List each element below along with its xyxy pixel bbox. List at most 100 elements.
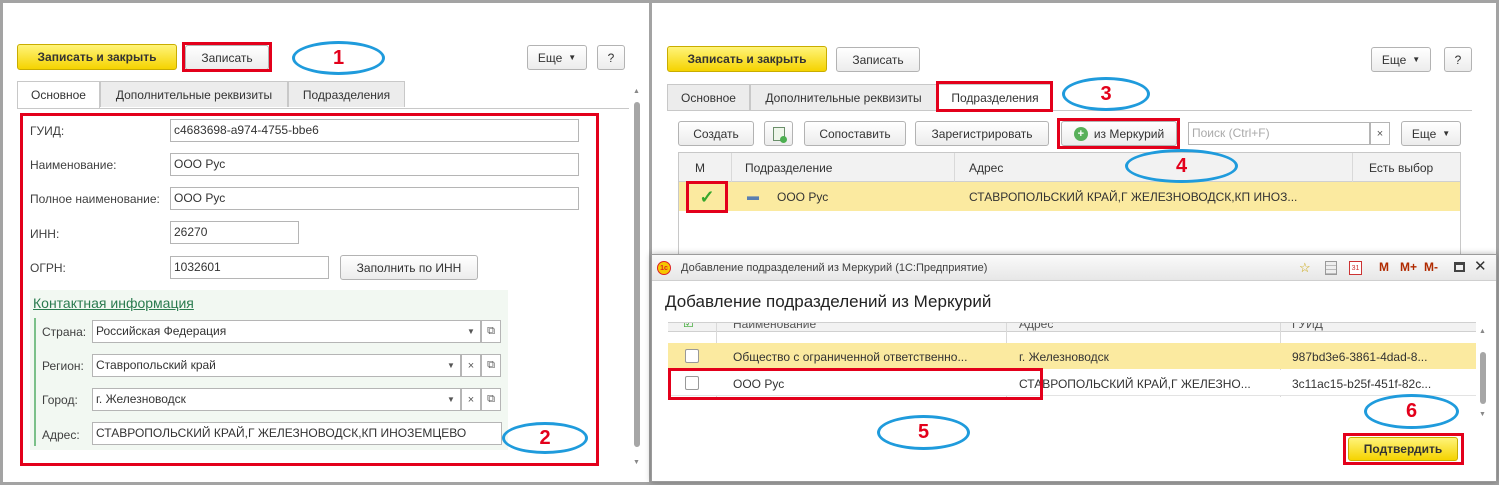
tab-additional-right[interactable]: Дополнительные реквизиты [750, 84, 937, 110]
highlight-checkmark [686, 181, 728, 213]
contact-info-title[interactable]: Контактная информация [33, 295, 194, 311]
calendar-icon[interactable]: 31 [1349, 261, 1362, 275]
search-input[interactable]: Поиск (Ctrl+F) [1188, 122, 1370, 145]
dialog-row-guid: 987bd3e6-3861-4dad-8... [1292, 350, 1428, 364]
row-address: СТАВРОПОЛЬСКИЙ КРАЙ,Г ЖЕЛЕЗНОВОДСК,КП ИН… [969, 190, 1298, 204]
copy-document-icon [772, 126, 787, 143]
dialog-header-address[interactable]: Адрес [1019, 323, 1053, 331]
match-button[interactable]: Сопоставить [804, 121, 906, 146]
dialog-row-guid: 3c11ac15-b25f-451f-82c... [1292, 377, 1432, 391]
country-label: Страна: [42, 325, 87, 339]
search-clear-button[interactable]: × [1370, 122, 1390, 145]
dialog-header-name[interactable]: Наименование [733, 323, 816, 331]
region-dropdown-icon[interactable]: ▼ [442, 355, 460, 376]
memory-m-button[interactable]: M [1379, 260, 1389, 274]
maximize-icon[interactable] [1454, 262, 1465, 272]
scroll-up-icon[interactable]: ▲ [1479, 328, 1486, 335]
dialog-scrollbar[interactable]: ▲ ▼ [1479, 328, 1487, 418]
right-tab-baseline [667, 110, 1472, 111]
more-label: Еще [537, 50, 563, 65]
header-address[interactable]: Адрес [969, 161, 1003, 175]
header-has-choice[interactable]: Есть выбор [1369, 161, 1433, 175]
city-label: Город: [42, 393, 78, 407]
left-tab-baseline [17, 108, 629, 109]
scroll-up-icon[interactable]: ▲ [633, 88, 640, 95]
scroll-down-icon[interactable]: ▼ [633, 459, 640, 466]
tab-main-left[interactable]: Основное [17, 81, 100, 108]
copy-button[interactable] [764, 121, 793, 146]
row-checkbox[interactable] [685, 349, 699, 363]
help-button[interactable]: ? [597, 45, 625, 70]
more-table-label: Еще [1411, 126, 1437, 141]
fill-by-inn-button[interactable]: Заполнить по ИНН [340, 255, 478, 280]
dialog-header-checkbox[interactable]: ☑ [683, 323, 694, 330]
marker-6: 6 [1364, 394, 1459, 429]
city-field[interactable]: г. Железноводск [92, 388, 461, 411]
save-button-right[interactable]: Записать [836, 47, 920, 72]
country-open-icon[interactable]: ⧉ [481, 320, 501, 343]
fullname-field[interactable]: ООО Рус [170, 187, 579, 210]
country-field[interactable]: Российская Федерация [92, 320, 481, 343]
help-button-right[interactable]: ? [1444, 47, 1472, 72]
name-field[interactable]: ООО Рус [170, 153, 579, 176]
marker-2: 2 [502, 422, 588, 454]
dialog-row-address: г. Железноводск [1019, 350, 1109, 364]
dialog-heading: Добавление подразделений из Меркурий [665, 292, 992, 311]
dialog-window-title: Добавление подразделений из Меркурий (1С… [681, 262, 988, 274]
guid-field[interactable]: c4683698-a974-4755-bbe6 [170, 119, 579, 142]
guid-label: ГУИД: [30, 124, 65, 138]
name-label: Наименование: [30, 158, 117, 172]
inn-label: ИНН: [30, 227, 60, 241]
more-menu-button[interactable]: Еще ▼ [527, 45, 587, 70]
create-button[interactable]: Создать [678, 121, 754, 146]
highlight-from-mercury [1057, 118, 1180, 149]
marker-1: 1 [292, 41, 385, 75]
header-m[interactable]: М [695, 161, 705, 175]
close-icon[interactable]: ✕ [1474, 257, 1487, 275]
left-scrollbar[interactable]: ▲ ▼ [633, 88, 641, 466]
address-field[interactable]: СТАВРОПОЛЬСКИЙ КРАЙ,Г ЖЕЛЕЗНОВОДСК,КП ИН… [92, 422, 502, 445]
more-menu-button-right[interactable]: Еще ▼ [1371, 47, 1431, 72]
save-and-close-button-right[interactable]: Записать и закрыть [667, 46, 827, 72]
region-open-icon[interactable]: ⧉ [481, 354, 501, 377]
marker-3: 3 [1062, 77, 1150, 111]
marker-5: 5 [877, 415, 970, 450]
save-and-close-button[interactable]: Записать и закрыть [17, 44, 177, 70]
tab-subdivisions-left[interactable]: Подразделения [288, 81, 405, 107]
favorite-icon[interactable]: ☆ [1299, 260, 1311, 276]
city-open-icon[interactable]: ⧉ [481, 388, 501, 411]
scroll-thumb[interactable] [1480, 352, 1486, 404]
more-label-right: Еще [1381, 52, 1407, 67]
subdivisions-table: М Подразделение Адрес Есть выбор ▬ ООО Р… [678, 152, 1461, 262]
dialog-header-guid[interactable]: ГУИД [1292, 323, 1323, 331]
region-clear-icon[interactable]: × [461, 354, 481, 377]
region-label: Регион: [42, 359, 84, 373]
tab-additional-left[interactable]: Дополнительные реквизиты [100, 81, 288, 107]
city-clear-icon[interactable]: × [461, 388, 481, 411]
highlight-ooo-rus-row [668, 368, 1043, 400]
fullname-label: Полное наименование: [30, 192, 160, 206]
register-button[interactable]: Зарегистрировать [915, 121, 1049, 146]
country-dropdown-icon[interactable]: ▼ [462, 321, 480, 342]
inn-field[interactable]: 26270 [170, 221, 299, 244]
ogrn-label: ОГРН: [30, 261, 66, 275]
scroll-down-icon[interactable]: ▼ [1479, 411, 1486, 418]
dialog-row-name: Общество с ограниченной ответственно... [733, 350, 968, 364]
region-field[interactable]: Ставропольский край [92, 354, 461, 377]
address-label: Адрес: [42, 428, 80, 442]
more-table-button[interactable]: Еще ▼ [1401, 121, 1461, 146]
calculator-icon[interactable] [1325, 261, 1337, 275]
memory-plus-button[interactable]: M+ [1400, 260, 1417, 274]
marker-4: 4 [1125, 149, 1238, 183]
chevron-down-icon: ▼ [1412, 55, 1421, 64]
dialog-row-address: СТАВРОПОЛЬСКИЙ КРАЙ,Г ЖЕЛЕЗНО... [1019, 377, 1251, 391]
ogrn-field[interactable]: 1032601 [170, 256, 329, 279]
row-subdivision-name: ООО Рус [777, 190, 829, 204]
contact-group-bar [34, 318, 36, 446]
highlight-save-button [182, 42, 272, 72]
scroll-thumb[interactable] [634, 102, 640, 447]
memory-minus-button[interactable]: M- [1424, 260, 1438, 274]
header-subdivision[interactable]: Подразделение [745, 161, 832, 175]
city-dropdown-icon[interactable]: ▼ [442, 389, 460, 410]
tab-main-right[interactable]: Основное [667, 84, 750, 110]
